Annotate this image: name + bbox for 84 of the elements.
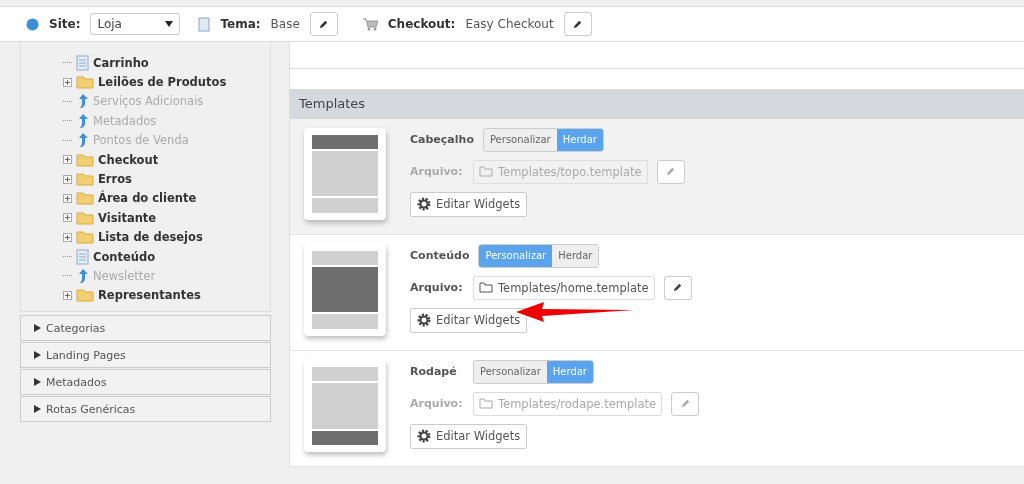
curved-arrow-icon <box>76 132 89 149</box>
accordion-header[interactable]: Metadados <box>20 369 271 395</box>
tree-item-label: Conteúdo <box>93 249 156 264</box>
tree-item-label: Área do cliente <box>98 191 197 206</box>
tree-item-label: Visitante <box>98 210 157 225</box>
pencil-icon <box>572 18 584 30</box>
tree-item-label: Representantes <box>98 288 201 303</box>
folder-icon <box>76 288 94 303</box>
tree-item-label: Checkout <box>98 152 159 167</box>
tree-item-label: Pontos de Venda <box>93 133 189 148</box>
accordion-header[interactable]: Landing Pages <box>20 342 271 368</box>
folder-outline-icon <box>479 282 493 294</box>
site-select[interactable]: Loja <box>90 13 181 35</box>
folder-icon <box>76 152 94 167</box>
template-name: Rodapé <box>410 365 458 379</box>
edit-widgets-button[interactable]: Editar Widgets <box>410 307 528 333</box>
file-label: Arquivo: <box>410 397 464 411</box>
template-name: Cabeçalho <box>410 133 474 147</box>
tree-item[interactable]: Leilões de Produtos <box>63 72 270 92</box>
globe-icon <box>26 17 39 31</box>
pencil-icon <box>665 166 677 178</box>
gear-icon <box>417 429 431 444</box>
tree-item[interactable]: Lista de desejos <box>63 227 270 247</box>
expand-icon[interactable] <box>63 77 72 87</box>
curved-arrow-icon <box>76 268 89 284</box>
folder-icon <box>76 230 94 245</box>
expand-icon[interactable] <box>63 213 72 223</box>
tree-item[interactable]: Conteúdo <box>63 246 270 267</box>
checkout-label: Checkout: <box>387 17 456 31</box>
theme-label: Tema: <box>220 17 261 31</box>
edit-theme-button[interactable] <box>309 12 338 36</box>
folder-outline-icon <box>479 166 493 178</box>
edit-checkout-button[interactable] <box>563 12 592 36</box>
pencil-icon <box>672 282 683 294</box>
tree-item-label: Metadados <box>93 113 157 128</box>
accordion-label: Landing Pages <box>46 348 126 362</box>
expand-icon[interactable] <box>63 193 72 203</box>
tree-item[interactable]: Erros <box>63 169 270 189</box>
cart-icon <box>361 17 378 31</box>
accordion-label: Categorias <box>46 321 106 335</box>
folder-icon <box>76 172 94 187</box>
pencil-icon <box>318 18 330 30</box>
tree-item-label: Lista de desejos <box>98 230 203 245</box>
template-name: Conteúdo <box>410 249 470 263</box>
tree-item-label: Leilões de Produtos <box>98 75 227 90</box>
tree-item[interactable]: Área do cliente <box>63 188 270 209</box>
section-header: Templates <box>290 88 1024 119</box>
pencil-icon <box>679 398 691 410</box>
checkout-value: Easy Checkout <box>465 17 554 31</box>
accordion-label: Metadados <box>46 375 107 389</box>
accordion-label: Rotas Genéricas <box>46 402 136 416</box>
theme-value: Base <box>270 17 300 31</box>
folder-icon <box>76 210 94 225</box>
document-icon <box>76 54 89 71</box>
tree-item[interactable]: Carrinho <box>63 53 270 73</box>
tree-item[interactable]: Checkout <box>63 149 270 170</box>
edit-file-button[interactable] <box>663 275 692 300</box>
curved-arrow-icon <box>76 112 89 129</box>
site-label: Site: <box>49 17 81 31</box>
expand-icon[interactable] <box>63 232 72 242</box>
accordion-header[interactable]: Categorias <box>20 315 271 341</box>
curved-arrow-icon <box>76 93 89 110</box>
gear-icon <box>417 197 431 212</box>
expand-icon[interactable] <box>63 155 72 165</box>
document-icon <box>76 248 89 265</box>
tree-item-label: Carrinho <box>93 55 149 70</box>
gear-icon <box>417 313 431 328</box>
tree-item-label: Erros <box>98 172 132 187</box>
document-icon <box>198 16 211 32</box>
folder-icon <box>76 191 94 206</box>
file-label: Arquivo: <box>410 281 464 295</box>
accordion-header[interactable]: Rotas Genéricas <box>20 396 271 422</box>
tree-item[interactable]: Representantes <box>63 285 270 306</box>
expand-icon[interactable] <box>63 174 72 184</box>
tree-item-label: Serviços Adicionais <box>93 94 204 109</box>
toggle-option[interactable]: Herdar <box>552 244 599 267</box>
dropdown-triangle-icon <box>165 21 174 27</box>
folder-icon <box>76 75 94 90</box>
tree-item[interactable]: Visitante <box>63 208 270 228</box>
folder-outline-icon <box>479 398 493 410</box>
file-label: Arquivo: <box>410 165 464 179</box>
expand-icon[interactable] <box>63 290 72 300</box>
tree-item-label: Newsletter <box>93 269 156 283</box>
file-field[interactable]: Templates/home.template <box>473 275 655 300</box>
